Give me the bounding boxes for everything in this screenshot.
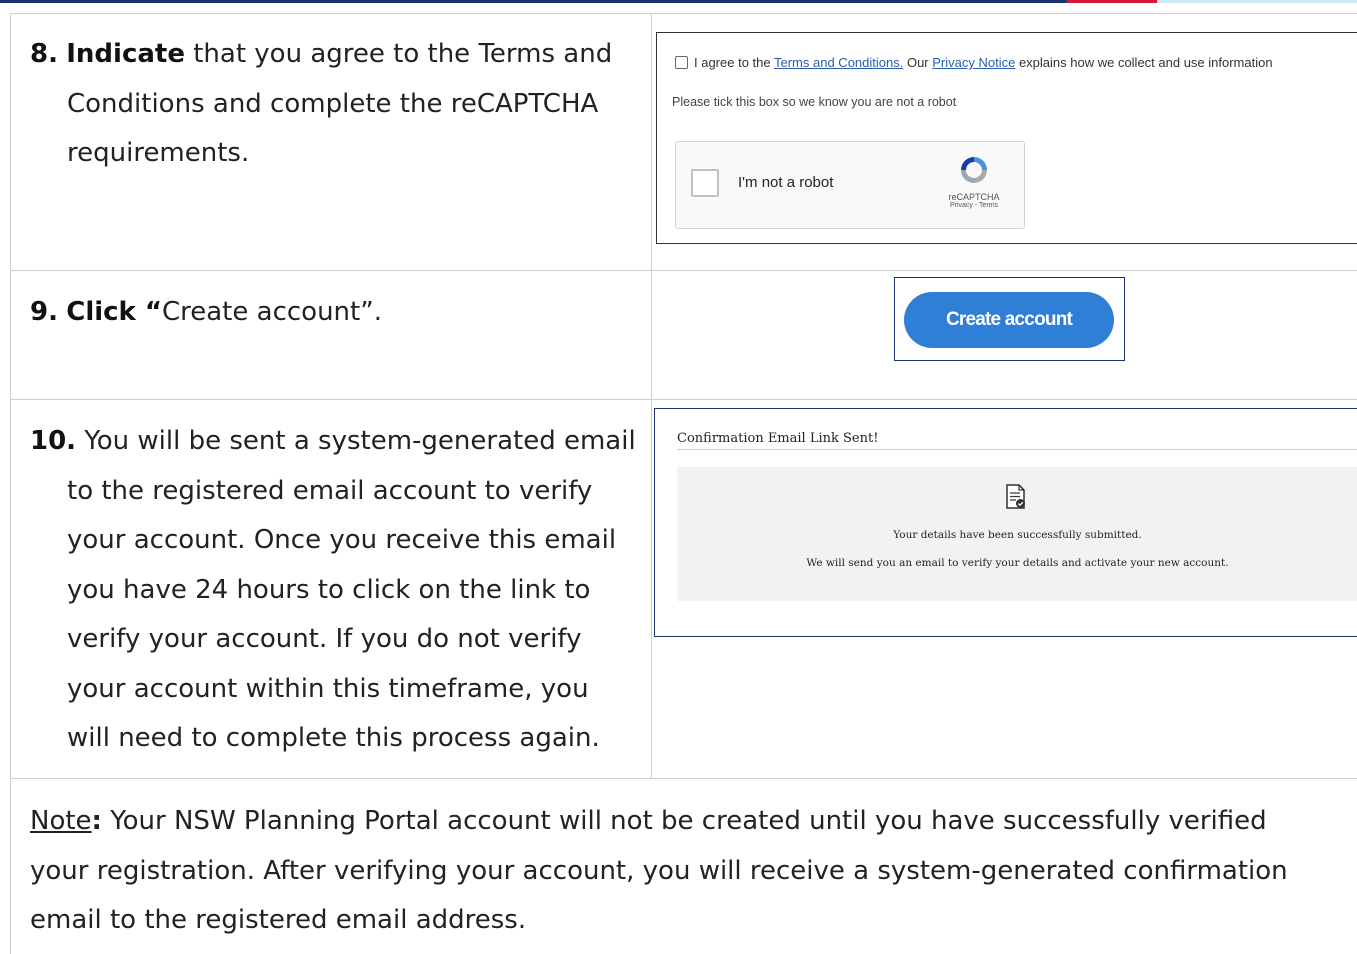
step-keyword: Click “	[66, 297, 162, 327]
note-text: email to the registered email address.	[30, 905, 527, 935]
recaptcha-brand: reCAPTCHA	[948, 192, 1000, 202]
terms-text: Our	[903, 55, 933, 70]
step-8-text: 8. Indicate that you agree to the Terms …	[30, 30, 650, 179]
step-number: 8.	[30, 39, 58, 69]
create-account-button[interactable]: Create account	[904, 292, 1114, 348]
step-text: requirements.	[67, 138, 250, 168]
terms-text: I agree to the	[694, 55, 774, 70]
confirmation-title: Confirmation Email Link Sent!	[677, 431, 879, 446]
document-check-icon	[1006, 484, 1025, 509]
terms-link[interactable]: Terms and Conditions.	[774, 55, 903, 70]
robot-hint: Please tick this box so we know you are …	[672, 95, 957, 109]
step-text: You will be sent a system-generated emai…	[76, 426, 636, 456]
note-colon: :	[91, 806, 102, 836]
confirmation-screenshot: Confirmation Email Link Sent! Your detai…	[654, 408, 1357, 637]
table-rule	[10, 13, 1357, 14]
confirmation-message-box: Your details have been successfully subm…	[677, 467, 1357, 601]
step-text: to the registered email account to verif…	[67, 475, 593, 506]
step-text: your account. Once you receive this emai…	[67, 525, 617, 555]
step-text: Conditions and complete the reCAPTCHA	[67, 88, 599, 119]
step-number: 10.	[30, 426, 77, 456]
top-accent-light	[1157, 0, 1357, 3]
table-column-divider	[651, 13, 652, 778]
terms-recaptcha-screenshot: I agree to the Terms and Conditions. Our…	[656, 32, 1357, 244]
note-text: your registration. After verifying your …	[30, 855, 1288, 886]
create-account-screenshot: Create account	[894, 277, 1125, 361]
privacy-link[interactable]: Privacy Notice	[932, 55, 1015, 70]
terms-checkbox[interactable]	[675, 56, 688, 69]
step-number: 9.	[30, 297, 58, 327]
note-text: Your NSW Planning Portal account will no…	[101, 806, 1267, 836]
step-10-text: 10. You will be sent a system-generated …	[30, 417, 650, 764]
note-paragraph: Note: Your NSW Planning Portal account w…	[30, 797, 1340, 946]
note-label: Note	[30, 806, 92, 836]
step-keyword: Indicate	[66, 39, 185, 69]
recaptcha-label: I'm not a robot	[738, 174, 834, 191]
step-text: verify your account. If you do not verif…	[67, 624, 582, 654]
recaptcha-logo: reCAPTCHA Privacy - Terms	[939, 154, 1009, 209]
terms-text: explains how we collect and use informat…	[1015, 55, 1273, 70]
step-text: your account within this timeframe, you	[67, 673, 589, 704]
confirmation-message: We will send you an email to verify your…	[806, 557, 1229, 569]
confirmation-message: Your details have been successfully subm…	[893, 529, 1142, 541]
recaptcha-checkbox[interactable]	[691, 169, 719, 197]
top-accent-bar	[0, 0, 1357, 3]
step-text: Create account”.	[161, 297, 382, 327]
recaptcha-legal[interactable]: Privacy - Terms	[939, 202, 1009, 209]
top-accent-red	[1067, 0, 1157, 3]
step-text: you have 24 hours to click on the link t…	[67, 574, 591, 605]
table-rule	[10, 270, 1357, 271]
table-rule	[10, 399, 1357, 400]
step-text: will need to complete this process again…	[67, 723, 600, 753]
step-text: that you agree to the Terms and	[184, 39, 613, 69]
confirmation-divider	[677, 449, 1357, 450]
recaptcha-icon	[961, 157, 987, 183]
recaptcha-widget: I'm not a robot reCAPTCHA Privacy - Term…	[675, 141, 1025, 229]
table-rule	[10, 778, 1357, 779]
terms-agreement-row: I agree to the Terms and Conditions. Our…	[675, 55, 1273, 70]
table-border-left	[10, 13, 11, 954]
step-9-text: 9. Click “Create account”.	[30, 288, 650, 338]
